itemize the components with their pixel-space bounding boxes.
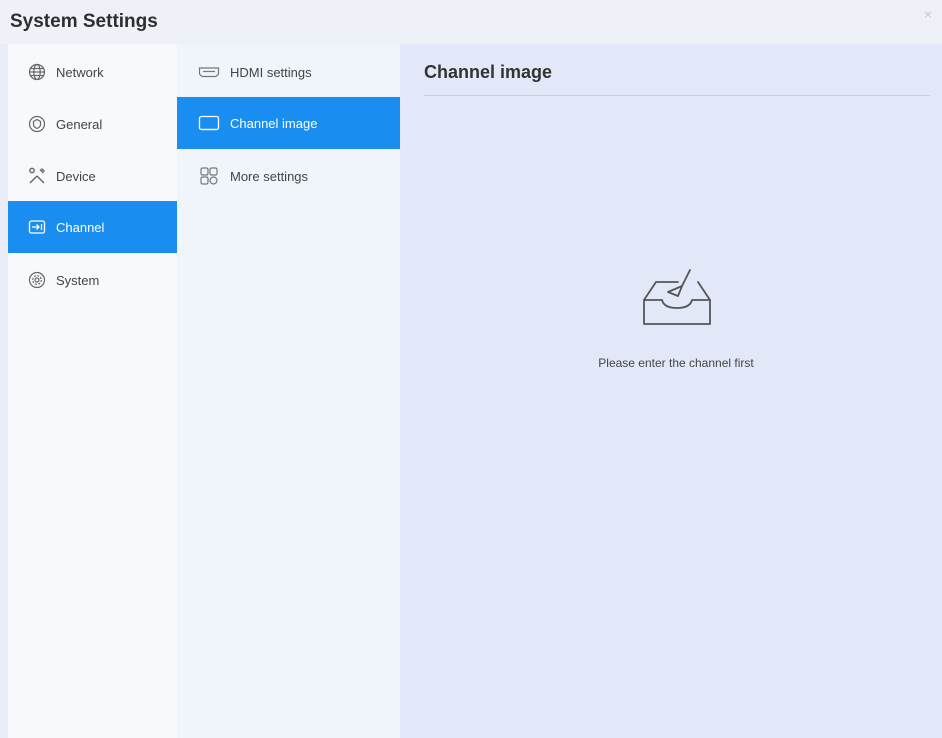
empty-state-message: Please enter the channel first xyxy=(598,356,754,370)
page-title: Channel image xyxy=(424,62,553,82)
sidebar-item-network[interactable]: Network xyxy=(8,46,177,98)
title-bar: System Settings × xyxy=(0,0,942,44)
input-icon xyxy=(28,218,46,236)
tools-icon xyxy=(28,167,46,185)
sidebar-item-label: Channel xyxy=(56,219,105,235)
subnav-item-more-settings[interactable]: More settings xyxy=(177,150,400,202)
secondary-sidebar: HDMI settings Channel image More setting… xyxy=(177,44,400,738)
close-icon[interactable]: × xyxy=(920,6,936,22)
primary-sidebar: Network General Device Channel System xyxy=(8,44,177,738)
sidebar-item-label: General xyxy=(56,116,103,132)
subnav-item-channel-image[interactable]: Channel image xyxy=(177,97,400,149)
subnav-item-label: More settings xyxy=(230,168,309,184)
sidebar-item-label: System xyxy=(56,272,100,288)
subnav-item-label: HDMI settings xyxy=(230,64,312,80)
empty-inbox-icon xyxy=(643,269,711,325)
globe-icon xyxy=(28,63,46,81)
subnav-item-label: Channel image xyxy=(230,115,318,131)
title-divider xyxy=(424,95,930,96)
shield-icon xyxy=(28,115,46,133)
sidebar-item-device[interactable]: Device xyxy=(8,150,177,202)
sidebar-item-label: Network xyxy=(56,64,104,80)
sidebar-item-label: Device xyxy=(56,168,96,184)
hdmi-icon xyxy=(198,63,220,81)
more-settings-icon xyxy=(198,167,220,185)
subnav-item-hdmi-settings[interactable]: HDMI settings xyxy=(177,46,400,98)
settings-window: System Settings × Network General Device… xyxy=(0,0,942,738)
main-panel: Channel image Please enter the channel f… xyxy=(400,44,942,738)
gear-icon xyxy=(28,271,46,289)
window-title: System Settings xyxy=(10,11,158,32)
sidebar-item-general[interactable]: General xyxy=(8,98,177,150)
screen-icon xyxy=(198,114,220,132)
sidebar-item-system[interactable]: System xyxy=(8,254,177,306)
sidebar-item-channel[interactable]: Channel xyxy=(8,201,177,253)
